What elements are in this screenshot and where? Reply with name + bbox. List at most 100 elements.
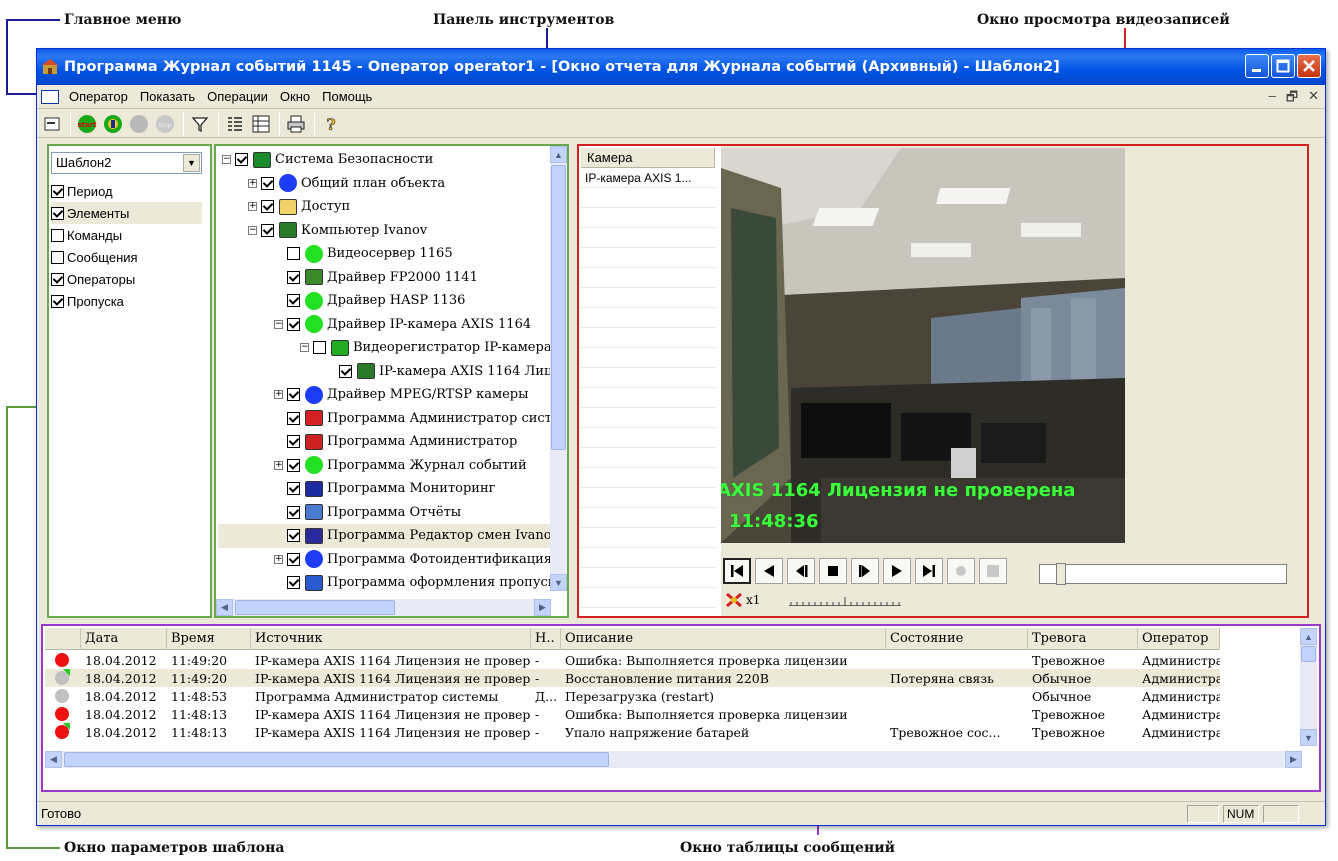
mdi-close-icon[interactable]: ✕ [1308, 88, 1319, 110]
camera-list-item[interactable]: IP-камера AXIS 1... [581, 169, 715, 188]
param-item[interactable]: Сообщения [51, 246, 202, 268]
timeline-slider[interactable] [1039, 563, 1287, 585]
scroll-left-icon[interactable]: ◀ [45, 751, 62, 768]
checkbox[interactable] [51, 206, 64, 220]
tree-node[interactable]: Программа оформления пропусков [218, 571, 550, 592]
expand-icon[interactable]: + [274, 390, 283, 400]
table-horizontal-scrollbar[interactable]: ◀ ▶ [45, 751, 1302, 768]
checkbox[interactable] [287, 435, 300, 449]
first-frame-icon[interactable] [723, 558, 751, 584]
tree-node[interactable]: Программа Администратор [218, 430, 550, 454]
table-vertical-scrollbar[interactable]: ▲ ▼ [1300, 628, 1317, 746]
checkbox[interactable] [51, 228, 64, 242]
template-select[interactable]: Шаблон2 ▼ [51, 152, 202, 174]
checkbox[interactable] [51, 184, 64, 198]
table-row[interactable]: 18.04.2012 11:49:20 IP-камера AXIS 1164 Ли… [45, 668, 1220, 687]
param-item[interactable]: Пропуска [51, 290, 202, 312]
checkbox[interactable] [287, 576, 300, 590]
checkbox[interactable] [287, 270, 300, 284]
menu-operations[interactable]: Операции [201, 89, 274, 104]
scroll-up-icon[interactable]: ▲ [550, 146, 567, 163]
timeline-slider-knob[interactable] [1056, 563, 1066, 585]
scroll-thumb[interactable] [1301, 646, 1316, 662]
scroll-thumb[interactable] [235, 600, 395, 615]
param-item[interactable]: Команды [51, 224, 202, 246]
checkbox[interactable] [287, 529, 300, 543]
checkbox[interactable] [339, 364, 352, 378]
table-row[interactable]: 18.04.2012 11:48:13 IP-камера AXIS 1164 Ли… [45, 722, 1220, 741]
step-forward-icon[interactable] [851, 558, 879, 584]
mdi-restore-icon[interactable]: 🗗 [1286, 88, 1298, 110]
close-button[interactable] [1297, 54, 1321, 78]
record-disabled-icon[interactable] [127, 112, 151, 136]
pause-icon[interactable] [101, 112, 125, 136]
camera-column-header[interactable]: Камера [581, 148, 715, 168]
param-item[interactable]: Элементы [51, 202, 202, 224]
menu-window[interactable]: Окно [274, 89, 316, 104]
column-header[interactable]: Тревога [1028, 628, 1138, 650]
tree-node[interactable]: + Программа Фотоидентификация [218, 548, 550, 572]
title-bar[interactable]: Программа Журнал событий 1145 - Оператор… [37, 49, 1325, 85]
zoom-in-icon[interactable] [947, 558, 975, 584]
tree-node[interactable]: Программа Редактор смен Ivanov [218, 524, 550, 548]
speed-icon[interactable] [725, 592, 743, 608]
column-header[interactable]: Источник [251, 628, 531, 650]
stop-disabled-icon[interactable]: stop [153, 112, 177, 136]
scroll-down-icon[interactable]: ▼ [550, 574, 567, 591]
expand-icon[interactable]: + [248, 178, 257, 188]
scroll-right-icon[interactable]: ▶ [534, 599, 551, 616]
collapse-icon[interactable]: − [274, 319, 283, 329]
checkbox[interactable] [51, 272, 64, 286]
tree-node[interactable]: + Драйвер MPEG/RTSP камеры [218, 383, 550, 407]
help-icon[interactable]: ? [319, 112, 343, 136]
param-item[interactable]: Период [51, 180, 202, 202]
tree-node[interactable]: Программа Мониторинг [218, 477, 550, 501]
play-icon[interactable] [883, 558, 911, 584]
scroll-thumb[interactable] [64, 752, 609, 767]
checkbox[interactable] [235, 153, 248, 167]
table-row[interactable]: 18.04.2012 11:48:13 IP-камера AXIS 1164 Ли… [45, 705, 1220, 723]
expand-icon[interactable]: + [248, 202, 257, 212]
expand-icon[interactable]: + [274, 554, 283, 564]
play-back-icon[interactable] [755, 558, 783, 584]
tree-horizontal-scrollbar[interactable]: ◀ ▶ [216, 599, 551, 616]
tree-node[interactable]: Драйвер HASP 1136 [218, 289, 550, 313]
collapse-icon[interactable]: − [300, 343, 309, 353]
mdi-window-icon[interactable] [41, 89, 59, 104]
checkbox[interactable] [51, 250, 64, 264]
stop-icon[interactable] [819, 558, 847, 584]
checkbox[interactable] [287, 552, 300, 566]
scroll-thumb[interactable] [551, 165, 566, 450]
column-header[interactable]: Оператор [1138, 628, 1220, 650]
tree-node[interactable]: + Общий план объекта [218, 172, 550, 196]
scroll-down-icon[interactable]: ▼ [1300, 729, 1317, 746]
checkbox[interactable] [287, 317, 300, 331]
checkbox[interactable] [287, 294, 300, 308]
maximize-button[interactable] [1271, 54, 1295, 78]
checkbox[interactable] [313, 341, 326, 355]
tree-node[interactable]: − Система Безопасности [218, 148, 550, 172]
speed-ruler[interactable] [789, 594, 901, 606]
tree-node[interactable]: − Видеорегистратор IP-камера [218, 336, 550, 360]
tree-node[interactable]: IP-камера AXIS 1164 Лицензия [218, 360, 550, 384]
tree-node[interactable]: + Программа Журнал событий [218, 454, 550, 478]
column-header[interactable] [45, 628, 81, 650]
checkbox[interactable] [261, 200, 274, 214]
checkbox[interactable] [51, 294, 64, 308]
scroll-up-icon[interactable]: ▲ [1300, 628, 1317, 645]
last-frame-icon[interactable] [915, 558, 943, 584]
scroll-left-icon[interactable]: ◀ [216, 599, 233, 616]
tree-vertical-scrollbar[interactable]: ▲ ▼ [550, 146, 567, 591]
zoom-add-icon[interactable] [979, 558, 1007, 584]
minimize-button[interactable] [1245, 54, 1269, 78]
checkbox[interactable] [287, 247, 300, 261]
tree-node[interactable]: − Компьютер Ivanov [218, 219, 550, 243]
checkbox[interactable] [287, 458, 300, 472]
tree-node[interactable]: Программа Администратор системы [218, 407, 550, 431]
tree-node[interactable]: − Драйвер IP-камера AXIS 1164 [218, 313, 550, 337]
menu-show[interactable]: Показать [134, 89, 201, 104]
column-header[interactable]: Н.. [531, 628, 561, 650]
filter-icon[interactable] [188, 112, 212, 136]
list-view-icon[interactable] [223, 112, 247, 136]
checkbox[interactable] [261, 176, 274, 190]
